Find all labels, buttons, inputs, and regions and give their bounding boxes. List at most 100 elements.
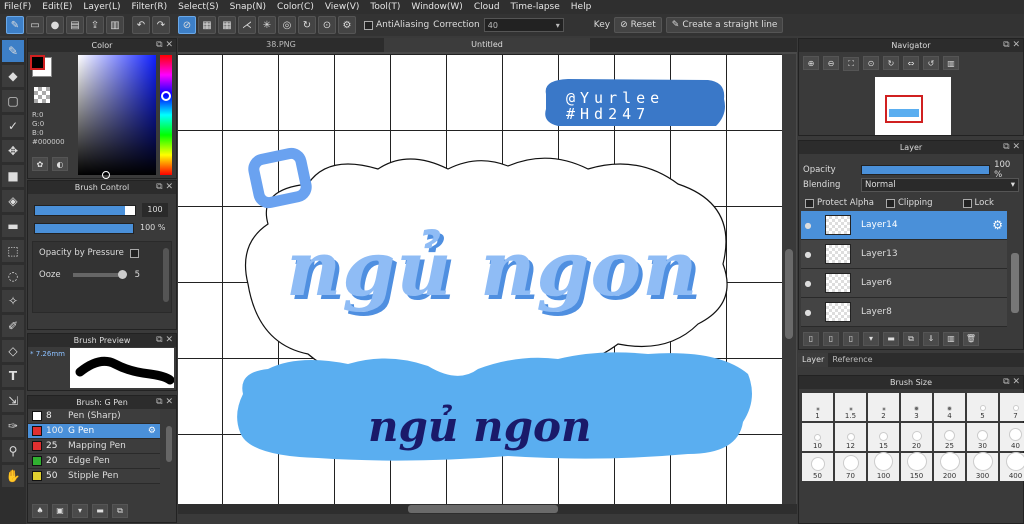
brush-size-option[interactable]: 25: [934, 423, 965, 451]
layer-row[interactable]: ● Layer14 ⚙: [801, 211, 1007, 240]
tab-layer[interactable]: Layer: [798, 353, 829, 367]
snap-ellipse-icon[interactable]: ⊙: [318, 16, 336, 34]
rect-tool-icon[interactable]: ▢: [2, 90, 24, 112]
brush-size-option[interactable]: 150: [901, 453, 932, 481]
brush-size-option[interactable]: 3: [901, 393, 932, 421]
brush-size-option[interactable]: 5: [967, 393, 998, 421]
tab-38-png[interactable]: 38.PNG: [178, 38, 384, 52]
zoom-in-icon[interactable]: ⊕: [803, 56, 819, 70]
snap-off-icon[interactable]: ⊘: [178, 16, 196, 34]
snap-circle-icon[interactable]: ◎: [278, 16, 296, 34]
eraser-tool-icon[interactable]: ◆: [2, 65, 24, 87]
brush-size-option[interactable]: 7: [1000, 393, 1024, 421]
select-rect-tool-icon[interactable]: ⬚: [2, 240, 24, 262]
hue-slider[interactable]: [160, 55, 172, 175]
layer-settings-icon[interactable]: ▥: [943, 331, 959, 346]
speech-bubble-icon[interactable]: ●: [46, 16, 64, 34]
canvas-vertical-scrollbar[interactable]: [782, 54, 796, 504]
saturation-value-picker[interactable]: [78, 55, 156, 179]
menu-item-12[interactable]: Help: [571, 2, 592, 12]
blending-select[interactable]: Normal ▾: [861, 178, 1019, 192]
menu-item-7[interactable]: View(V): [325, 2, 360, 12]
hand-tool-icon[interactable]: ✋: [2, 465, 24, 487]
divide-tool-icon[interactable]: ✑: [2, 415, 24, 437]
brush-item[interactable]: 50 Stipple Pen: [28, 469, 160, 484]
menu-item-10[interactable]: Cloud: [474, 2, 500, 12]
color-wheel-icon[interactable]: ◐: [52, 157, 68, 171]
hue-slider-handle[interactable]: [161, 91, 171, 101]
panel-close-icon[interactable]: ⧉ ✕: [1003, 141, 1020, 154]
menu-item-5[interactable]: Snap(N): [230, 2, 266, 12]
brush-options-scrollbar[interactable]: [163, 248, 169, 302]
canvas-horizontal-thumb[interactable]: [408, 505, 558, 513]
transparent-swatch[interactable]: [34, 87, 50, 103]
text-tool-icon[interactable]: T: [2, 365, 24, 387]
antialiasing-checkbox[interactable]: [364, 20, 373, 30]
brush-size-option[interactable]: 2: [868, 393, 899, 421]
brush-opacity-slider[interactable]: [34, 223, 134, 234]
brush-size-option[interactable]: 40: [1000, 423, 1024, 451]
new-8bit-layer-icon[interactable]: ▯: [843, 331, 859, 346]
duplicate-layer-icon[interactable]: ⧉: [903, 332, 919, 346]
brush-size-option[interactable]: 4: [934, 393, 965, 421]
zoom-reset-icon[interactable]: ⊙: [863, 56, 879, 70]
snap-curve-icon[interactable]: ↻: [298, 16, 316, 34]
add-brush-icon[interactable]: ▣: [52, 503, 68, 518]
navigator-preview[interactable]: [875, 77, 951, 135]
layer-opacity-slider[interactable]: [860, 165, 991, 175]
brush-settings-icon[interactable]: ♠: [32, 503, 48, 518]
correction-select[interactable]: 40 ▾: [483, 18, 564, 32]
operation-tool-icon[interactable]: ⇲: [2, 390, 24, 412]
brush-size-option[interactable]: 50: [802, 453, 833, 481]
text-icon[interactable]: ▥: [106, 16, 124, 34]
brush-tool-icon[interactable]: ✎: [2, 40, 24, 62]
menu-item-6[interactable]: Color(C): [277, 2, 314, 12]
tab-reference[interactable]: Reference: [828, 353, 876, 367]
brush-item[interactable]: 8 Pen (Sharp): [28, 409, 160, 424]
folder-icon[interactable]: ▬: [92, 503, 108, 518]
undo-icon[interactable]: ↶: [132, 16, 150, 34]
lock-checkbox[interactable]: [962, 198, 972, 208]
panel-close-icon[interactable]: ⧉ ✕: [156, 396, 173, 409]
lasso-tool-icon[interactable]: ◌: [2, 265, 24, 287]
rotate-left-icon[interactable]: ↺: [923, 56, 939, 70]
brush-size-option[interactable]: 70: [835, 453, 866, 481]
snap-radial-icon[interactable]: ✳: [258, 16, 276, 34]
brush-item[interactable]: 25 Mapping Pen: [28, 439, 160, 454]
navigator-settings-icon[interactable]: ▥: [943, 56, 959, 70]
panel-close-icon[interactable]: ⧉ ✕: [156, 181, 173, 194]
ooze-slider[interactable]: [72, 270, 127, 279]
new-halftone-layer-icon[interactable]: ▯: [823, 331, 839, 346]
brush-size-option[interactable]: 12: [835, 423, 866, 451]
canvas-horizontal-scrollbar[interactable]: [178, 504, 797, 514]
snap-crisscross-icon[interactable]: ▦: [218, 16, 236, 34]
layer-row[interactable]: ● Layer8: [801, 298, 1007, 327]
clipping-checkbox[interactable]: [885, 198, 895, 208]
brush-size-option[interactable]: 1: [802, 393, 833, 421]
bucket-tool-icon[interactable]: ◈: [2, 190, 24, 212]
redo-icon[interactable]: ↷: [152, 16, 170, 34]
new-layer-icon[interactable]: ▯: [803, 331, 819, 346]
flip-icon[interactable]: ⇔: [903, 56, 919, 70]
brush-size-option[interactable]: 200: [934, 453, 965, 481]
export-icon[interactable]: ⇪: [86, 16, 104, 34]
panel-close-icon[interactable]: ⧉ ✕: [1003, 376, 1020, 389]
brush-mode-icon[interactable]: ✎: [6, 16, 24, 34]
brush-size-option[interactable]: 300: [967, 453, 998, 481]
brush-item[interactable]: 100 G Pen ⚙: [28, 424, 160, 439]
check-tool-icon[interactable]: ✓: [2, 115, 24, 137]
page-icon[interactable]: ▤: [66, 16, 84, 34]
rotate-icon[interactable]: ↻: [883, 56, 899, 70]
eyedropper-tool-icon[interactable]: ⚲: [2, 440, 24, 462]
brush-size-value[interactable]: 100: [142, 203, 168, 217]
visibility-icon[interactable]: ●: [801, 308, 815, 317]
tab-untitled[interactable]: Untitled: [384, 38, 590, 52]
snap-vanishing-icon[interactable]: ⋌: [238, 16, 256, 34]
select-tool-icon[interactable]: ▭: [26, 16, 44, 34]
menu-item-3[interactable]: Filter(R): [132, 2, 168, 12]
snap-settings-icon[interactable]: ⚙: [338, 16, 356, 34]
gear-icon[interactable]: ⚙: [992, 218, 1003, 232]
delete-layer-icon[interactable]: 🗑: [963, 331, 979, 346]
panel-close-icon[interactable]: ⧉ ✕: [156, 334, 173, 347]
straight-line-button[interactable]: ✎ Create a straight line: [665, 17, 784, 33]
